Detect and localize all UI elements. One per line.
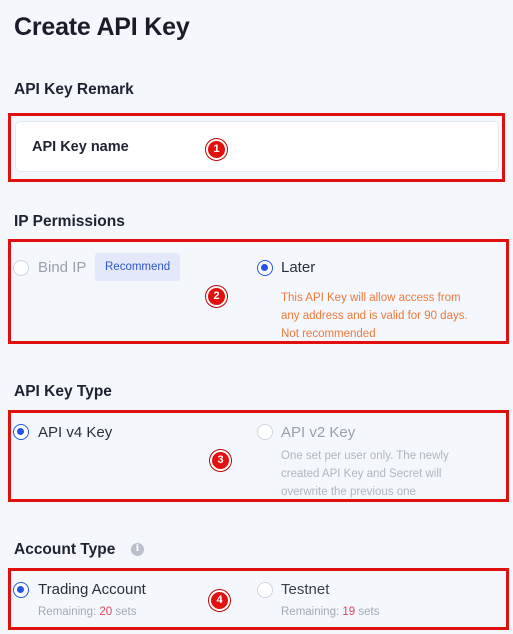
create-api-key-page: Create API Key API Key Remark API Key na…	[0, 0, 513, 634]
account-type-section-title: Account Type	[14, 541, 116, 558]
page-title: Create API Key	[14, 13, 190, 41]
remark-section-title: API Key Remark	[14, 81, 134, 98]
annotation-box-3	[8, 410, 509, 502]
ip-permissions-section-title: IP Permissions	[14, 213, 125, 230]
annotation-badge-3: 3	[210, 450, 231, 471]
key-type-section-title: API Key Type	[14, 383, 112, 400]
annotation-box-1	[8, 113, 505, 182]
annotation-badge-2: 2	[206, 286, 227, 307]
annotation-box-2	[8, 239, 509, 344]
info-icon[interactable]: i	[131, 543, 144, 556]
annotation-badge-1: 1	[206, 139, 227, 160]
annotation-box-4	[8, 568, 509, 630]
annotation-badge-4: 4	[209, 590, 230, 611]
